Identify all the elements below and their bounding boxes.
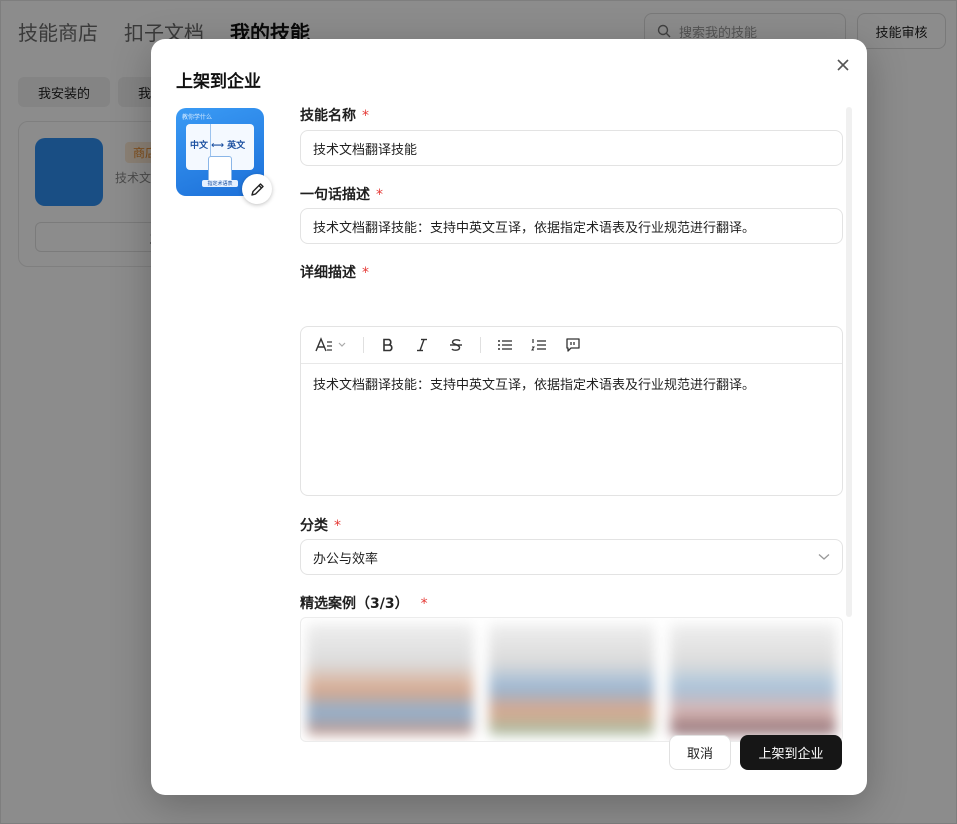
form-scrollbar[interactable]: [846, 107, 852, 617]
detail-editor-content[interactable]: 技术文档翻译技能：支持中英文互译，依据指定术语表及行业规范进行翻译。: [301, 364, 842, 408]
icon-lang-text: 中文 ⟷ 英文: [190, 141, 246, 151]
summary-label: 一句话描述 *: [300, 187, 383, 203]
bullet-list-button[interactable]: [495, 335, 515, 355]
editor-toolbar: [301, 327, 842, 364]
bold-icon: [383, 338, 393, 352]
case-thumbnail-3[interactable]: [670, 624, 837, 735]
cases-label: 精选案例（3/3） *: [300, 596, 428, 612]
pencil-icon: [250, 182, 264, 196]
category-value: 办公与效率: [313, 551, 379, 567]
ordered-list-icon: [531, 339, 546, 351]
summary-input[interactable]: 技术文档翻译技能：支持中英文互译，依据指定术语表及行业规范进行翻译。: [300, 208, 843, 244]
bullet-list-icon: [498, 340, 512, 350]
close-icon: [837, 59, 849, 71]
publish-to-enterprise-button[interactable]: 上架到企业: [740, 735, 842, 770]
font-size-icon: [315, 337, 346, 352]
modal-title: 上架到企业: [176, 72, 261, 92]
detail-editor[interactable]: 技术文档翻译技能：支持中英文互译，依据指定术语表及行业规范进行翻译。: [300, 326, 843, 496]
strikethrough-icon: [450, 339, 462, 351]
case-thumbnail-2[interactable]: [488, 624, 655, 735]
skill-name-label: 技能名称 *: [300, 108, 369, 124]
quote-button[interactable]: [563, 335, 583, 355]
close-button[interactable]: [833, 55, 853, 75]
text-style-button[interactable]: [315, 335, 349, 355]
italic-icon: [417, 338, 427, 352]
bold-button[interactable]: [378, 335, 398, 355]
icon-top-label: 教你学什么: [182, 114, 213, 121]
ordered-list-button[interactable]: [529, 335, 549, 355]
case-thumbnail-1[interactable]: [307, 624, 473, 735]
toolbar-separator: [363, 337, 364, 353]
detail-label: 详细描述 *: [300, 265, 369, 281]
category-label: 分类 *: [300, 518, 341, 534]
italic-button[interactable]: [412, 335, 432, 355]
cancel-button[interactable]: 取消: [669, 735, 731, 770]
chevron-down-icon: [818, 554, 830, 560]
publish-modal: 上架到企业 教你学什么 中文 ⟷ 英文 指定术语表 技能名称 * 技术文档翻译技能…: [151, 39, 867, 795]
strikethrough-button[interactable]: [446, 335, 466, 355]
comment-quote-icon: [566, 338, 580, 352]
edit-icon-button[interactable]: [242, 174, 272, 204]
category-select[interactable]: 办公与效率: [300, 539, 843, 575]
featured-cases: [300, 617, 843, 742]
skill-name-input[interactable]: 技术文档翻译技能: [300, 130, 843, 166]
toolbar-separator: [480, 337, 481, 353]
icon-doc-label: 指定术语表: [202, 180, 238, 187]
